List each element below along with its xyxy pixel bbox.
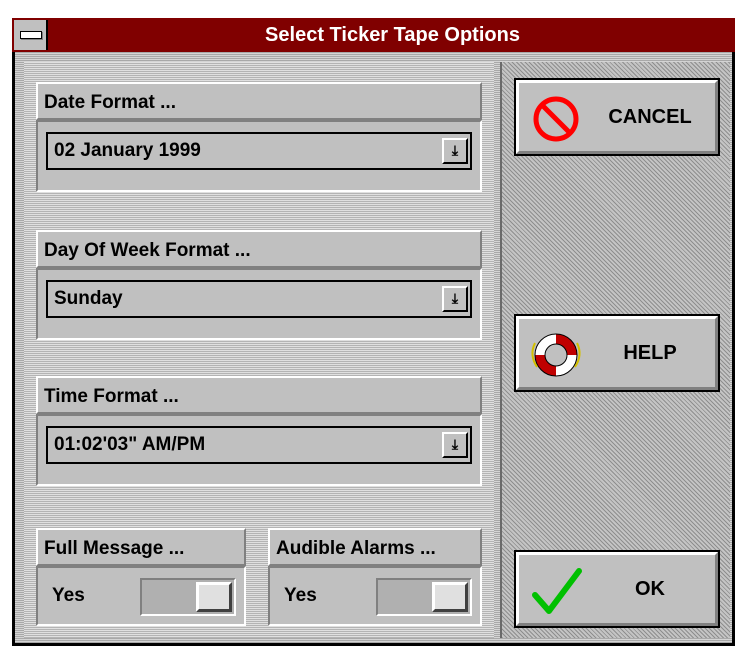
window-title: Select Ticker Tape Options: [265, 24, 520, 46]
audible-alarms-toggle-thumb[interactable]: [432, 582, 468, 612]
time-format-label: Time Format ...: [36, 376, 482, 414]
time-format-value: 01:02'03" AM/PM: [54, 434, 206, 455]
cancel-button[interactable]: CANCEL: [514, 78, 720, 156]
full-message-value: Yes: [52, 585, 85, 606]
full-message-toggle-thumb[interactable]: [196, 582, 232, 612]
cancel-button-label: CANCEL: [608, 105, 692, 128]
ok-button[interactable]: OK: [514, 550, 720, 628]
cancel-button-face: CANCEL: [516, 80, 718, 154]
day-format-select[interactable]: Sunday ⤓: [46, 280, 472, 318]
dropdown-arrow-icon[interactable]: ⤓: [442, 286, 468, 312]
audible-alarms-value: Yes: [284, 585, 317, 606]
time-format-select[interactable]: 01:02'03" AM/PM ⤓: [46, 426, 472, 464]
time-format-group: 01:02'03" AM/PM ⤓: [36, 414, 482, 486]
day-format-group: Sunday ⤓: [36, 268, 482, 340]
no-entry-icon: [525, 89, 587, 149]
full-message-label: Full Message ...: [36, 528, 246, 566]
date-format-label: Date Format ...: [36, 82, 482, 120]
audible-alarms-toggle[interactable]: [376, 578, 472, 616]
date-format-group: 02 January 1999 ⤓: [36, 120, 482, 192]
dropdown-arrow-icon[interactable]: ⤓: [442, 432, 468, 458]
help-button-face: HELP: [516, 316, 718, 390]
help-button-label: HELP: [623, 341, 677, 364]
audible-alarms-label: Audible Alarms ...: [268, 528, 482, 566]
system-menu-icon: [20, 31, 42, 39]
system-menu-button[interactable]: [14, 20, 48, 50]
full-message-toggle[interactable]: [140, 578, 236, 616]
dropdown-arrow-icon[interactable]: ⤓: [442, 138, 468, 164]
help-button[interactable]: HELP: [514, 314, 720, 392]
date-format-select[interactable]: 02 January 1999 ⤓: [46, 132, 472, 170]
full-message-toggle-group: Yes: [36, 566, 246, 626]
life-preserver-icon: [525, 325, 587, 385]
day-format-label: Day Of Week Format ...: [36, 230, 482, 268]
ok-button-label: OK: [635, 577, 665, 600]
checkmark-icon: [525, 561, 587, 621]
audible-alarms-toggle-group: Yes: [268, 566, 482, 626]
date-format-value: 02 January 1999: [54, 140, 201, 161]
ok-button-face: OK: [516, 552, 718, 626]
day-format-value: Sunday: [54, 288, 123, 309]
dialog-window: Select Ticker Tape Options Date Format .…: [0, 0, 747, 654]
